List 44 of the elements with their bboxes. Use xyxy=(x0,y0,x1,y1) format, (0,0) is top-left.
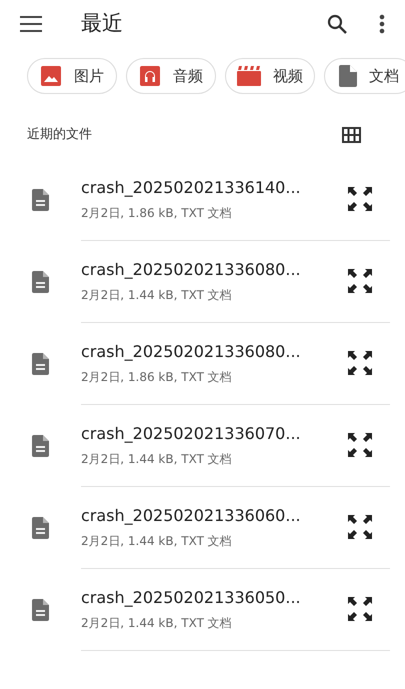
menu-icon[interactable] xyxy=(20,16,42,32)
file-icon xyxy=(32,270,49,292)
category-chip[interactable]: 文档 xyxy=(324,58,405,94)
more-icon[interactable] xyxy=(379,14,385,34)
file-row[interactable]: crash_202502021336080... 2月2日, 1.86 kB, TXT 文档 xyxy=(0,322,405,404)
document-icon xyxy=(339,65,357,87)
file-row[interactable]: crash_202502021336070... 2月2日, 1.44 kB, TXT 文档 xyxy=(0,404,405,486)
file-row[interactable]: crash_202502021336080... 2月2日, 1.44 kB, TXT 文档 xyxy=(0,240,405,322)
app-title: 最近 xyxy=(81,10,124,38)
file-row[interactable]: crash_202502021336140... 2月2日, 1.86 kB, TXT 文档 xyxy=(0,158,405,240)
grid-view-icon[interactable] xyxy=(342,126,361,143)
image-icon xyxy=(40,65,62,87)
file-icon xyxy=(32,352,49,374)
file-details: 2月2日, 1.44 kB, TXT 文档 xyxy=(81,615,233,632)
file-icon xyxy=(32,188,49,210)
file-name: crash_202502021336070... xyxy=(81,423,302,445)
file-row[interactable]: crash_202502021336050... 2月2日, 1.44 kB, TXT 文档 xyxy=(0,568,405,650)
file-name: crash_202502021336060... xyxy=(81,505,302,527)
file-name: crash_202502021336140... xyxy=(81,177,302,199)
expand-icon[interactable] xyxy=(347,268,373,294)
expand-icon[interactable] xyxy=(347,596,373,622)
file-details: 2月2日, 1.44 kB, TXT 文档 xyxy=(81,451,233,468)
headphones-icon xyxy=(139,65,161,87)
section-title: 近期的文件 xyxy=(27,126,92,144)
file-name: crash_202502021336080... xyxy=(81,341,302,363)
file-icon xyxy=(32,434,49,456)
file-name: crash_202502021336050... xyxy=(81,587,302,609)
search-icon[interactable] xyxy=(327,14,347,34)
file-icon xyxy=(32,516,49,538)
clapperboard-icon xyxy=(237,66,261,86)
file-name: crash_202502021336080... xyxy=(81,259,302,281)
expand-icon[interactable] xyxy=(347,186,373,212)
file-details: 2月2日, 1.44 kB, TXT 文档 xyxy=(81,287,233,304)
expand-icon[interactable] xyxy=(347,514,373,540)
file-row[interactable]: crash_202502021336060... 2月2日, 1.44 kB, TXT 文档 xyxy=(0,486,405,568)
expand-icon[interactable] xyxy=(347,432,373,458)
category-chip[interactable]: 视频 xyxy=(225,58,315,94)
category-chip[interactable]: 音频 xyxy=(126,58,216,94)
file-details: 2月2日, 1.44 kB, TXT 文档 xyxy=(81,533,233,550)
file-details: 2月2日, 1.86 kB, TXT 文档 xyxy=(81,369,233,386)
file-details: 2月2日, 1.86 kB, TXT 文档 xyxy=(81,205,233,222)
file-icon xyxy=(32,598,49,620)
category-chip[interactable]: 图片 xyxy=(27,58,117,94)
expand-icon[interactable] xyxy=(347,350,373,376)
